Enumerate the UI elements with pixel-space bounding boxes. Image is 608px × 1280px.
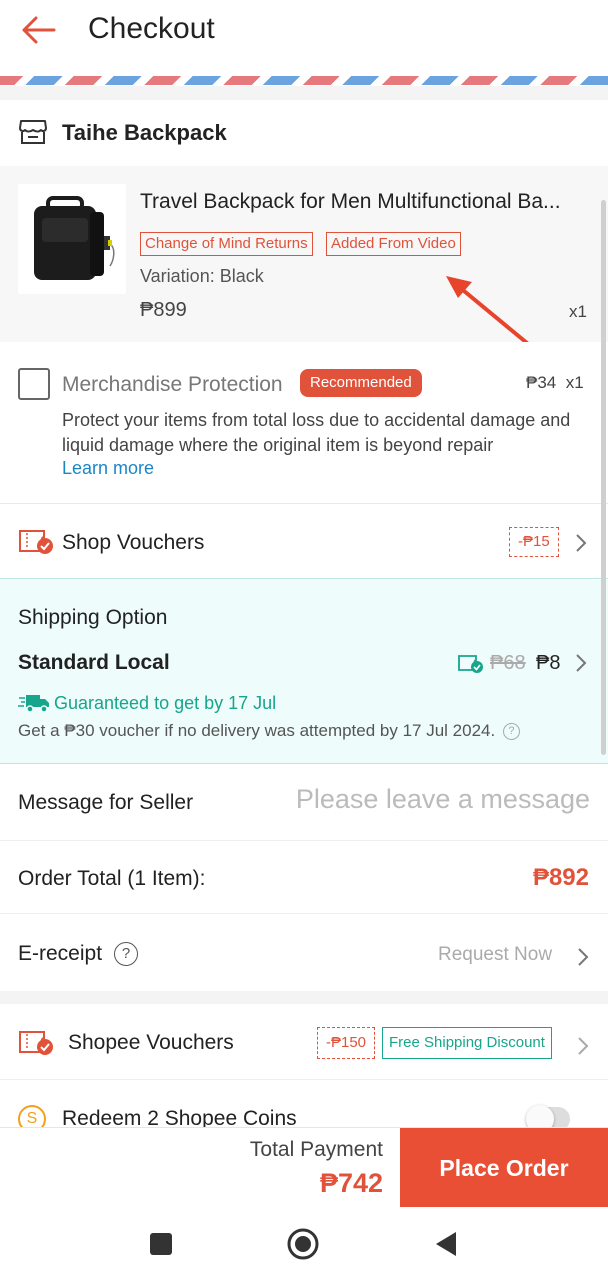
product-title: Travel Backpack for Men Multifunctional … — [140, 190, 561, 213]
chevron-right-icon — [576, 534, 587, 552]
message-for-seller-row: Message for Seller — [0, 765, 608, 841]
product-quantity: x1 — [569, 302, 587, 321]
place-order-button[interactable]: Place Order — [400, 1128, 608, 1208]
voucher-icon — [19, 1031, 53, 1055]
scrollbar[interactable] — [601, 200, 606, 755]
delivery-guarantee: Guaranteed to get by 17 Jul — [54, 693, 277, 713]
shop-header: Taihe Backpack — [0, 100, 608, 164]
voucher-icon — [19, 530, 53, 554]
help-circle-icon[interactable]: ? — [114, 942, 138, 966]
chevron-right-icon — [578, 948, 589, 966]
arrow-left-icon — [22, 16, 56, 44]
back-nav-button[interactable] — [428, 1227, 462, 1261]
shipping-price: ₱8 — [536, 652, 561, 674]
recents-square-icon — [150, 1233, 172, 1255]
home-circle-icon — [287, 1228, 319, 1260]
back-button[interactable] — [18, 10, 58, 50]
back-triangle-icon — [436, 1232, 456, 1256]
section-divider — [0, 86, 608, 100]
help-circle-icon[interactable]: ? — [502, 723, 520, 741]
tag-added-from-video: Added From Video — [326, 232, 461, 256]
home-button[interactable] — [286, 1227, 320, 1261]
message-for-seller-input[interactable] — [250, 779, 590, 819]
shop-voucher-discount: -₱15 — [509, 527, 559, 557]
product-image — [18, 184, 126, 294]
shopee-coin-icon: S — [18, 1105, 46, 1127]
shopee-vouchers-label: Shopee Vouchers — [68, 1031, 234, 1054]
redeem-coins-row: S Redeem 2 Shopee Coins — [0, 1081, 608, 1127]
shopee-vouchers-row[interactable]: Shopee Vouchers -₱150 Free Shipping Disc… — [0, 1004, 608, 1080]
total-payment-label: Total Payment — [249, 1138, 383, 1161]
product-price: ₱899 — [140, 299, 187, 321]
free-shipping-discount-badge: Free Shipping Discount — [382, 1027, 552, 1059]
order-total-label: Order Total (1 Item): — [18, 867, 206, 890]
page-title: Checkout — [88, 12, 215, 45]
merchandise-protection-title: Merchandise Protection — [62, 373, 283, 396]
recents-button[interactable] — [144, 1227, 178, 1261]
system-navigation-bar — [0, 1207, 608, 1280]
tag-change-of-mind-returns: Change of Mind Returns — [140, 232, 313, 256]
total-payment-value: ₱742 — [319, 1168, 383, 1198]
request-now-link[interactable]: Request Now — [438, 944, 552, 966]
merchandise-protection-price: ₱34 — [526, 373, 557, 392]
shop-vouchers-label: Shop Vouchers — [62, 531, 205, 554]
checkout-bottom-bar: Total Payment ₱742 Place Order — [0, 1127, 608, 1208]
merchandise-protection-description: Protect your items from total loss due t… — [62, 410, 571, 455]
shipping-option-label: Shipping Option — [18, 606, 168, 629]
recommended-badge: Recommended — [300, 369, 422, 397]
shipping-guarantee-note-text: Get a ₱30 voucher if no delivery was att… — [18, 721, 496, 740]
shipping-option-section[interactable]: Shipping Option Standard Local ₱68 ₱8 Gu… — [0, 580, 608, 764]
merchandise-protection-quantity: x1 — [565, 373, 584, 392]
chevron-right-icon — [578, 1037, 589, 1055]
learn-more-link[interactable]: Learn more — [62, 458, 154, 479]
order-total-value: ₱892 — [532, 864, 589, 891]
shopee-voucher-discount: -₱150 — [317, 1027, 376, 1059]
redeem-coins-toggle[interactable] — [526, 1105, 570, 1127]
delivery-truck-icon — [18, 695, 49, 713]
shipping-guarantee-note: Get a ₱30 voucher if no delivery was att… — [18, 721, 520, 741]
shop-name: Taihe Backpack — [62, 120, 227, 145]
redeem-coins-label: Redeem 2 Shopee Coins — [62, 1107, 297, 1127]
store-icon — [19, 120, 47, 144]
shipping-original-price: ₱68 — [490, 652, 526, 674]
e-receipt-label: E-receipt — [18, 942, 103, 965]
merchandise-protection-section: Merchandise Protection Recommended ₱34 x… — [0, 342, 608, 504]
e-receipt-row[interactable]: E-receipt ? Request Now — [0, 915, 608, 991]
top-app-bar: Checkout — [0, 0, 608, 62]
merchandise-protection-checkbox[interactable] — [18, 368, 50, 400]
shipping-voucher-icon — [458, 655, 483, 673]
section-divider — [0, 991, 608, 1004]
message-for-seller-label: Message for Seller — [18, 791, 194, 814]
merchandise-protection-price-qty: ₱34 x1 — [526, 373, 584, 393]
product-variation: Variation: Black — [140, 266, 264, 286]
shipping-method: Standard Local — [18, 651, 170, 674]
address-stripe-divider — [0, 76, 608, 85]
shop-vouchers-row[interactable]: Shop Vouchers -₱15 — [0, 505, 608, 579]
chevron-right-icon — [576, 654, 587, 672]
order-total-row: Order Total (1 Item): ₱892 — [0, 842, 608, 914]
